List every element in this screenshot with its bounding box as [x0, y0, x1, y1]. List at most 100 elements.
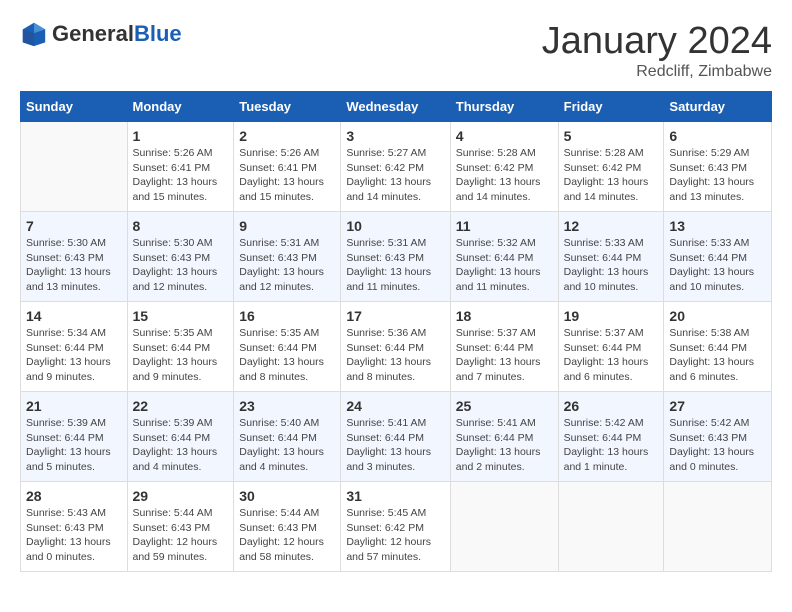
calendar-cell: 1 Sunrise: 5:26 AM Sunset: 6:41 PM Daylig… — [127, 122, 234, 212]
day-number: 14 — [26, 308, 122, 324]
calendar-body: 1 Sunrise: 5:26 AM Sunset: 6:41 PM Daylig… — [21, 122, 772, 572]
day-info: Sunrise: 5:35 AM Sunset: 6:44 PM Dayligh… — [239, 326, 335, 385]
week-row-4: 28 Sunrise: 5:43 AM Sunset: 6:43 PM Dayli… — [21, 482, 772, 572]
calendar-cell: 5 Sunrise: 5:28 AM Sunset: 6:42 PM Daylig… — [558, 122, 664, 212]
calendar-cell: 2 Sunrise: 5:26 AM Sunset: 6:41 PM Daylig… — [234, 122, 341, 212]
calendar-cell: 16Sunrise: 5:35 AM Sunset: 6:44 PM Dayli… — [234, 302, 341, 392]
calendar-cell: 4Sunrise: 5:28 AM Sunset: 6:42 PM Daylig… — [450, 122, 558, 212]
calendar-cell — [450, 482, 558, 572]
day-number: 5 — [564, 128, 659, 144]
day-info: Sunrise: 5:30 AM Sunset: 6:43 PM Dayligh… — [133, 236, 229, 295]
day-number: 13 — [669, 218, 766, 234]
day-number: 1 — [133, 128, 229, 144]
day-info: Sunrise: 5:41 AM Sunset: 6:44 PM Dayligh… — [346, 416, 444, 475]
day-number: 22 — [133, 398, 229, 414]
calendar-cell: 27 Sunrise: 5:42 AM Sunset: 6:43 PM Dayli… — [664, 392, 772, 482]
day-number: 12 — [564, 218, 659, 234]
day-info: Sunrise: 5:44 AM Sunset: 6:43 PM Dayligh… — [239, 506, 335, 565]
calendar-table: SundayMondayTuesdayWednesdayThursdayFrid… — [20, 91, 772, 572]
calendar-cell: 20Sunrise: 5:38 AM Sunset: 6:44 PM Dayli… — [664, 302, 772, 392]
logo-icon — [20, 20, 48, 48]
header-day-friday: Friday — [558, 92, 664, 122]
calendar-cell: 24 Sunrise: 5:41 AM Sunset: 6:44 PM Dayli… — [341, 392, 450, 482]
day-number: 15 — [133, 308, 229, 324]
calendar-cell: 7Sunrise: 5:30 AM Sunset: 6:43 PM Daylig… — [21, 212, 128, 302]
day-number: 9 — [239, 218, 335, 234]
day-number: 30 — [239, 488, 335, 504]
day-info: Sunrise: 5:33 AM Sunset: 6:44 PM Dayligh… — [669, 236, 766, 295]
week-row-2: 14 Sunrise: 5:34 AM Sunset: 6:44 PM Dayli… — [21, 302, 772, 392]
day-number: 26 — [564, 398, 659, 414]
day-info: Sunrise: 5:31 AM Sunset: 6:43 PM Dayligh… — [346, 236, 444, 295]
calendar-cell: 8 Sunrise: 5:30 AM Sunset: 6:43 PM Daylig… — [127, 212, 234, 302]
day-info: Sunrise: 5:32 AM Sunset: 6:44 PM Dayligh… — [456, 236, 553, 295]
calendar-cell: 26 Sunrise: 5:42 AM Sunset: 6:44 PM Dayli… — [558, 392, 664, 482]
day-info: Sunrise: 5:39 AM Sunset: 6:44 PM Dayligh… — [26, 416, 122, 475]
day-info: Sunrise: 5:39 AM Sunset: 6:44 PM Dayligh… — [133, 416, 229, 475]
header-day-sunday: Sunday — [21, 92, 128, 122]
day-info: Sunrise: 5:37 AM Sunset: 6:44 PM Dayligh… — [564, 326, 659, 385]
day-number: 10 — [346, 218, 444, 234]
calendar-cell: 9 Sunrise: 5:31 AM Sunset: 6:43 PM Daylig… — [234, 212, 341, 302]
calendar-cell: 25 Sunrise: 5:41 AM Sunset: 6:44 PM Dayli… — [450, 392, 558, 482]
day-number: 28 — [26, 488, 122, 504]
day-info: Sunrise: 5:31 AM Sunset: 6:43 PM Dayligh… — [239, 236, 335, 295]
day-info: Sunrise: 5:40 AM Sunset: 6:44 PM Dayligh… — [239, 416, 335, 475]
day-number: 21 — [26, 398, 122, 414]
calendar-cell: 22 Sunrise: 5:39 AM Sunset: 6:44 PM Dayli… — [127, 392, 234, 482]
day-info: Sunrise: 5:44 AM Sunset: 6:43 PM Dayligh… — [133, 506, 229, 565]
day-number: 25 — [456, 398, 553, 414]
calendar-cell: 17Sunrise: 5:36 AM Sunset: 6:44 PM Dayli… — [341, 302, 450, 392]
header-day-monday: Monday — [127, 92, 234, 122]
day-number: 2 — [239, 128, 335, 144]
month-title: January 2024 — [542, 20, 772, 63]
day-info: Sunrise: 5:35 AM Sunset: 6:44 PM Dayligh… — [133, 326, 229, 385]
day-info: Sunrise: 5:42 AM Sunset: 6:44 PM Dayligh… — [564, 416, 659, 475]
header-day-thursday: Thursday — [450, 92, 558, 122]
day-number: 31 — [346, 488, 444, 504]
calendar-cell — [21, 122, 128, 212]
logo-text: GeneralBlue — [52, 22, 182, 46]
day-number: 7 — [26, 218, 122, 234]
calendar-cell: 19 Sunrise: 5:37 AM Sunset: 6:44 PM Dayli… — [558, 302, 664, 392]
day-info: Sunrise: 5:29 AM Sunset: 6:43 PM Dayligh… — [669, 146, 766, 205]
day-info: Sunrise: 5:43 AM Sunset: 6:43 PM Dayligh… — [26, 506, 122, 565]
day-info: Sunrise: 5:36 AM Sunset: 6:44 PM Dayligh… — [346, 326, 444, 385]
day-info: Sunrise: 5:41 AM Sunset: 6:44 PM Dayligh… — [456, 416, 553, 475]
calendar-cell: 30 Sunrise: 5:44 AM Sunset: 6:43 PM Dayli… — [234, 482, 341, 572]
calendar-cell — [664, 482, 772, 572]
day-number: 24 — [346, 398, 444, 414]
day-number: 27 — [669, 398, 766, 414]
day-number: 20 — [669, 308, 766, 324]
day-info: Sunrise: 5:33 AM Sunset: 6:44 PM Dayligh… — [564, 236, 659, 295]
header-row: SundayMondayTuesdayWednesdayThursdayFrid… — [21, 92, 772, 122]
calendar-cell: 13 Sunrise: 5:33 AM Sunset: 6:44 PM Dayli… — [664, 212, 772, 302]
calendar-cell: 6 Sunrise: 5:29 AM Sunset: 6:43 PM Daylig… — [664, 122, 772, 212]
location-text: Redcliff, Zimbabwe — [542, 63, 772, 81]
header-day-saturday: Saturday — [664, 92, 772, 122]
calendar-cell: 11Sunrise: 5:32 AM Sunset: 6:44 PM Dayli… — [450, 212, 558, 302]
calendar-cell: 29Sunrise: 5:44 AM Sunset: 6:43 PM Dayli… — [127, 482, 234, 572]
day-number: 6 — [669, 128, 766, 144]
day-info: Sunrise: 5:37 AM Sunset: 6:44 PM Dayligh… — [456, 326, 553, 385]
header-day-wednesday: Wednesday — [341, 92, 450, 122]
day-number: 8 — [133, 218, 229, 234]
logo-general-text: General — [52, 22, 134, 46]
calendar-cell: 10 Sunrise: 5:31 AM Sunset: 6:43 PM Dayli… — [341, 212, 450, 302]
calendar-cell: 21 Sunrise: 5:39 AM Sunset: 6:44 PM Dayli… — [21, 392, 128, 482]
title-block: January 2024 Redcliff, Zimbabwe — [542, 20, 772, 81]
day-number: 18 — [456, 308, 553, 324]
day-info: Sunrise: 5:42 AM Sunset: 6:43 PM Dayligh… — [669, 416, 766, 475]
day-info: Sunrise: 5:26 AM Sunset: 6:41 PM Dayligh… — [133, 146, 229, 205]
day-number: 3 — [346, 128, 444, 144]
logo-blue-text: Blue — [134, 22, 182, 46]
calendar-cell: 28 Sunrise: 5:43 AM Sunset: 6:43 PM Dayli… — [21, 482, 128, 572]
calendar-cell: 31Sunrise: 5:45 AM Sunset: 6:42 PM Dayli… — [341, 482, 450, 572]
calendar-header: SundayMondayTuesdayWednesdayThursdayFrid… — [21, 92, 772, 122]
day-number: 19 — [564, 308, 659, 324]
day-info: Sunrise: 5:27 AM Sunset: 6:42 PM Dayligh… — [346, 146, 444, 205]
day-info: Sunrise: 5:26 AM Sunset: 6:41 PM Dayligh… — [239, 146, 335, 205]
day-info: Sunrise: 5:34 AM Sunset: 6:44 PM Dayligh… — [26, 326, 122, 385]
calendar-cell: 14 Sunrise: 5:34 AM Sunset: 6:44 PM Dayli… — [21, 302, 128, 392]
day-info: Sunrise: 5:28 AM Sunset: 6:42 PM Dayligh… — [564, 146, 659, 205]
